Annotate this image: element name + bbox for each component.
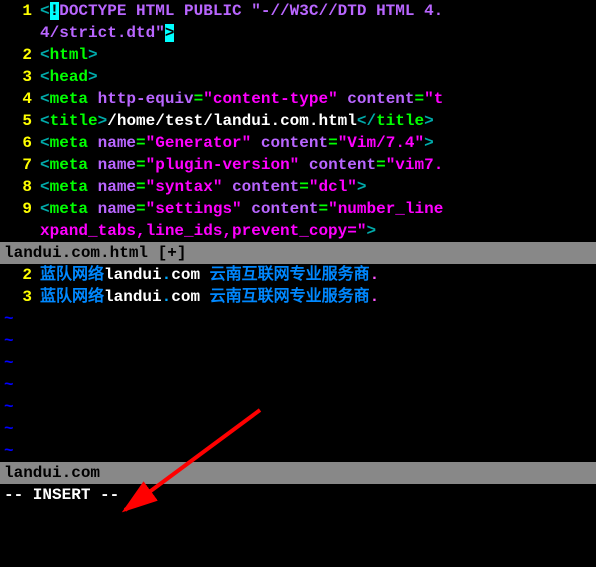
line-number: [0, 220, 40, 242]
code-content[interactable]: <meta name="Generator" content="Vim/7.4"…: [40, 132, 596, 154]
code-line[interactable]: xpand_tabs,line_ids,prevent_copy=">: [0, 220, 596, 242]
code-line[interactable]: 3蓝队网络landui.com 云南互联网专业服务商.: [0, 286, 596, 308]
statusbar-top: landui.com.html [+]: [0, 242, 596, 264]
empty-line-marker: ~: [0, 308, 596, 330]
code-line[interactable]: 3<head>: [0, 66, 596, 88]
code-line[interactable]: 4<meta http-equiv="content-type" content…: [0, 88, 596, 110]
line-number: 7: [0, 154, 40, 176]
line-number: 4: [0, 88, 40, 110]
empty-line-marker: ~: [0, 374, 596, 396]
empty-line-tildes: ~~~~~~~: [0, 308, 596, 462]
line-number: 3: [0, 286, 40, 308]
line-number: 5: [0, 110, 40, 132]
line-number: 6: [0, 132, 40, 154]
code-line[interactable]: 5<title>/home/test/landui.com.html</titl…: [0, 110, 596, 132]
code-content[interactable]: <meta name="syntax" content="dcl">: [40, 176, 596, 198]
code-line[interactable]: 7<meta name="plugin-version" content="vi…: [0, 154, 596, 176]
empty-line-marker: ~: [0, 440, 596, 462]
statusbar-bottom: landui.com: [0, 462, 596, 484]
mode-indicator: -- INSERT --: [0, 484, 596, 506]
code-pane-bottom[interactable]: 2蓝队网络landui.com 云南互联网专业服务商.3蓝队网络landui.c…: [0, 264, 596, 308]
empty-line-marker: ~: [0, 352, 596, 374]
code-content[interactable]: 4/strict.dtd">: [40, 22, 596, 44]
line-number: 1: [0, 0, 40, 22]
line-number: 2: [0, 44, 40, 66]
line-number: 3: [0, 66, 40, 88]
code-content[interactable]: <html>: [40, 44, 596, 66]
code-line[interactable]: 9<meta name="settings" content="number_l…: [0, 198, 596, 220]
code-content[interactable]: <!DOCTYPE HTML PUBLIC "-//W3C//DTD HTML …: [40, 0, 596, 22]
code-content[interactable]: 蓝队网络landui.com 云南互联网专业服务商.: [40, 264, 596, 286]
code-content[interactable]: <meta http-equiv="content-type" content=…: [40, 88, 596, 110]
code-line[interactable]: 4/strict.dtd">: [0, 22, 596, 44]
code-content[interactable]: <title>/home/test/landui.com.html</title…: [40, 110, 596, 132]
code-content[interactable]: 蓝队网络landui.com 云南互联网专业服务商.: [40, 286, 596, 308]
vim-editor[interactable]: 1<!DOCTYPE HTML PUBLIC "-//W3C//DTD HTML…: [0, 0, 596, 567]
code-line[interactable]: 2<html>: [0, 44, 596, 66]
code-content[interactable]: <meta name="plugin-version" content="vim…: [40, 154, 596, 176]
code-content[interactable]: <meta name="settings" content="number_li…: [40, 198, 596, 220]
empty-line-marker: ~: [0, 396, 596, 418]
empty-line-marker: ~: [0, 418, 596, 440]
line-number: [0, 22, 40, 44]
line-number: 9: [0, 198, 40, 220]
code-line[interactable]: 6<meta name="Generator" content="Vim/7.4…: [0, 132, 596, 154]
code-line[interactable]: 2蓝队网络landui.com 云南互联网专业服务商.: [0, 264, 596, 286]
code-line[interactable]: 1<!DOCTYPE HTML PUBLIC "-//W3C//DTD HTML…: [0, 0, 596, 22]
line-number: 2: [0, 264, 40, 286]
code-content[interactable]: <head>: [40, 66, 596, 88]
code-content[interactable]: xpand_tabs,line_ids,prevent_copy=">: [40, 220, 596, 242]
code-pane-top[interactable]: 1<!DOCTYPE HTML PUBLIC "-//W3C//DTD HTML…: [0, 0, 596, 242]
empty-line-marker: ~: [0, 330, 596, 352]
line-number: 8: [0, 176, 40, 198]
code-line[interactable]: 8<meta name="syntax" content="dcl">: [0, 176, 596, 198]
